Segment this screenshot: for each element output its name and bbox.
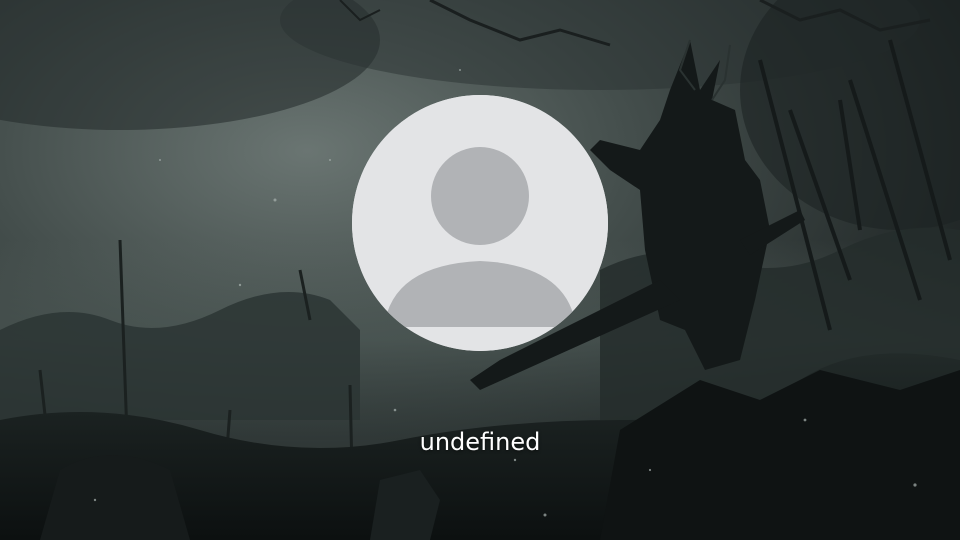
username-label: undefined — [419, 428, 541, 456]
lock-screen: undefined — [0, 0, 960, 540]
default-user-icon — [352, 95, 608, 351]
user-avatar[interactable] — [352, 95, 608, 351]
